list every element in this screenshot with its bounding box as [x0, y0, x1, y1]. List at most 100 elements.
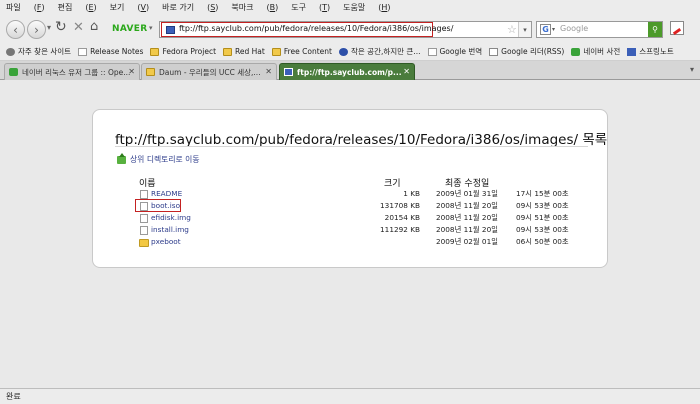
bookmark-red-hat[interactable]: Red Hat [223, 47, 265, 56]
search-engine-dropdown-icon[interactable]: ▾ [552, 26, 555, 33]
forward-arrow-icon: › [34, 22, 39, 37]
menu-file[interactable]: 파일 (F) [6, 2, 45, 13]
file-link[interactable]: efidisk.img [151, 213, 191, 222]
page-title: ftp://ftp.sayclub.com/pub/fedora/release… [115, 132, 608, 148]
naver-toolbar-logo[interactable]: NAVER [112, 24, 147, 34]
file-time: 17시 15분 00초 [516, 189, 569, 198]
blue-icon [627, 47, 637, 56]
page-content: ftp://ftp.sayclub.com/pub/fedora/release… [0, 80, 700, 388]
tab-favicon-icon [284, 68, 293, 76]
tab-favicon-icon [146, 68, 155, 76]
parent-directory-link[interactable]: 상위 디렉토리로 이동 [117, 152, 200, 165]
url-input[interactable]: ftp://ftp.sayclub.com/pub/fedora/release… [179, 24, 453, 33]
gear-icon [6, 47, 15, 56]
menu-tools[interactable]: 도구 (T) [291, 2, 330, 13]
directory-listing-card: ftp://ftp.sayclub.com/pub/fedora/release… [92, 109, 608, 268]
bookmark-google-reader[interactable]: Google 리더(RSS) [489, 46, 564, 57]
bookmarks-toolbar: 자주 찾은 사이트 Release Notes Fedora Project R… [0, 43, 700, 61]
menu-edit[interactable]: 편집 (E) [58, 2, 97, 13]
tab-favicon-icon [9, 68, 18, 76]
file-link[interactable]: boot.iso [151, 201, 180, 210]
tab-list-dropdown-icon[interactable]: ▾ [690, 65, 694, 74]
url-dropdown-button[interactable]: ▾ [518, 22, 531, 37]
file-date: 2008년 11월 20일 [436, 225, 498, 234]
file-size: 20154 KB [384, 213, 420, 222]
search-input[interactable]: Google [560, 24, 588, 33]
naver-dropdown-button[interactable]: ▾ [149, 24, 153, 32]
file-row-boot-iso: boot.iso 131708 KB 2008년 11월 20일 09시 53분… [93, 199, 609, 213]
folder-icon [150, 47, 160, 56]
tab-bar: 네이버 리눅스 유저 그룹 :: Ope... ✕ Daum - 우리들의 UC… [0, 61, 700, 80]
green-icon [571, 47, 581, 56]
file-time: 09시 53분 00초 [516, 201, 569, 210]
file-date: 2009년 02월 01일 [436, 237, 498, 246]
file-date: 2008년 11월 20일 [436, 213, 498, 222]
file-size: 111292 KB [380, 225, 420, 234]
search-go-button[interactable]: ⚲ [648, 22, 662, 37]
bookmark-naver-dictionary[interactable]: 네이버 사전 [571, 46, 620, 57]
status-text: 완료 [6, 392, 21, 401]
file-link[interactable]: install.img [151, 225, 189, 234]
tab-ftp-sayclub[interactable]: ftp://ftp.sayclub.com/p... ✕ [279, 63, 415, 80]
bookmark-springnote[interactable]: 스프링노트 [627, 46, 674, 57]
up-folder-icon [117, 152, 126, 164]
addon-toolbar-icon[interactable] [670, 21, 684, 35]
bookmark-free-content[interactable]: Free Content [271, 47, 332, 56]
back-arrow-icon: ‹ [13, 22, 18, 37]
back-button[interactable]: ‹ [6, 20, 25, 39]
folder-icon [139, 239, 149, 247]
home-button[interactable]: ⌂ [90, 19, 98, 34]
google-icon[interactable]: G [540, 24, 551, 35]
tab-close-icon[interactable]: ✕ [265, 67, 272, 76]
home-icon: ⌂ [90, 19, 99, 34]
menu-help[interactable]: 도움말 (H) [343, 2, 390, 13]
file-time: 09시 53분 00초 [516, 225, 569, 234]
stop-button[interactable]: ✕ [73, 20, 84, 35]
file-row-pxeboot: pxeboot 2009년 02월 01일 06시 50분 00초 [93, 237, 609, 249]
tab-daum[interactable]: Daum - 우리들의 UCC 세상,... ✕ [141, 63, 277, 80]
file-date: 2008년 11월 20일 [436, 201, 498, 210]
column-header-modified[interactable]: 최종 수정일 [445, 176, 489, 189]
file-size: 131708 KB [380, 201, 420, 210]
file-row-install-img: install.img 111292 KB 2008년 11월 20일 09시 … [93, 225, 609, 237]
navigation-toolbar: ‹ › ▾ ↻ ✕ ⌂ NAVER ▾ ftp://ftp.sayclub.co… [0, 15, 700, 43]
file-icon [140, 202, 148, 211]
file-row-efidisk: efidisk.img 20154 KB 2008년 11월 20일 09시 5… [93, 213, 609, 225]
folder-link[interactable]: pxeboot [151, 237, 181, 246]
reload-button[interactable]: ↻ [55, 19, 67, 35]
bookmark-small-space[interactable]: 작은 공간,하지만 큰... [338, 46, 421, 57]
menu-view[interactable]: 보기 (V) [110, 2, 149, 13]
menu-go[interactable]: 바로 가기 (S) [162, 2, 218, 13]
bookmark-most-visited[interactable]: 자주 찾은 사이트 [6, 46, 71, 57]
file-time: 06시 50분 00초 [516, 237, 569, 246]
tab-close-icon[interactable]: ✕ [403, 67, 410, 76]
file-time: 09시 51분 00초 [516, 213, 569, 222]
bookmark-release-notes[interactable]: Release Notes [78, 47, 143, 56]
file-icon [140, 214, 148, 223]
file-icon [140, 226, 148, 235]
forward-button[interactable]: › [27, 20, 46, 39]
site-favicon-icon [166, 26, 175, 34]
tab-close-icon[interactable]: ✕ [128, 67, 135, 76]
title-divider [115, 146, 588, 147]
doc-icon [427, 47, 437, 56]
file-date: 2009년 01월 31일 [436, 189, 498, 198]
google-icon [489, 47, 499, 56]
file-link[interactable]: README [151, 189, 182, 198]
status-bar: 완료 [0, 388, 700, 404]
magnifier-icon: ⚲ [652, 25, 658, 34]
address-bar[interactable]: ftp://ftp.sayclub.com/pub/fedora/release… [159, 21, 532, 38]
history-dropdown-button[interactable]: ▾ [47, 23, 51, 32]
doc-icon [78, 47, 88, 56]
file-size: 1 KB [403, 189, 420, 198]
bookmark-star-icon[interactable]: ☆ [507, 23, 517, 36]
column-header-name[interactable]: 이름 [139, 176, 156, 189]
column-header-size[interactable]: 크기 [384, 176, 401, 189]
bookmark-fedora-project[interactable]: Fedora Project [150, 47, 216, 56]
folder-icon [271, 47, 281, 56]
search-box[interactable]: G ▾ Google ⚲ [536, 21, 663, 38]
bookmark-google-translate[interactable]: Google 번역 [427, 46, 482, 57]
stop-icon: ✕ [73, 20, 84, 35]
tab-naver-linux[interactable]: 네이버 리눅스 유저 그룹 :: Ope... ✕ [4, 63, 140, 80]
menu-bookmarks[interactable]: 북마크 (B) [231, 2, 278, 13]
